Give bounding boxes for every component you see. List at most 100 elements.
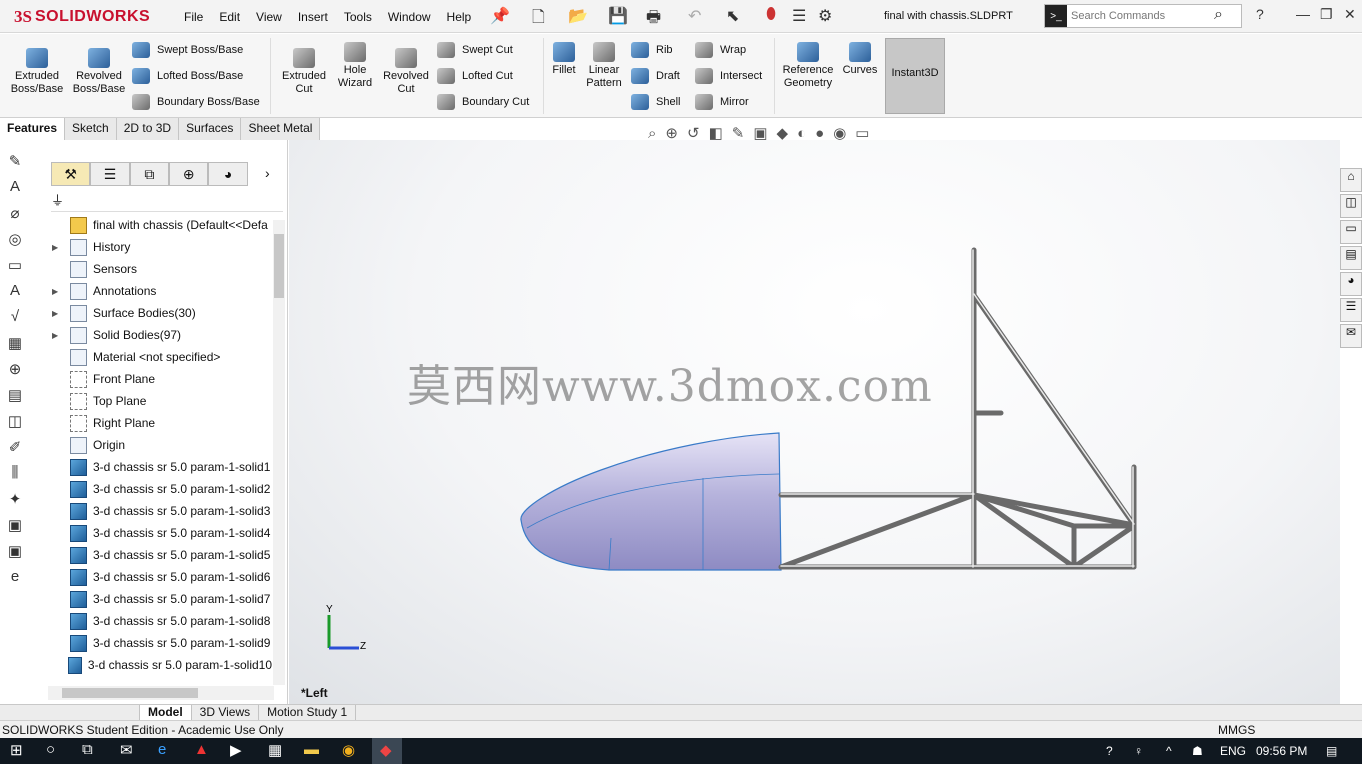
tree-item[interactable]: Origin	[52, 434, 272, 456]
swept-cut-button[interactable]: Swept Cut	[437, 42, 513, 58]
display-manager-tab-icon[interactable]: ◕	[208, 162, 248, 186]
people-icon[interactable]: ♀	[1134, 744, 1143, 758]
tree-item[interactable]: 3-d chassis sr 5.0 param-1-solid9	[52, 632, 272, 654]
forum-icon[interactable]: ✉	[1340, 324, 1362, 348]
expand-arrow-icon[interactable]: ▶	[52, 287, 64, 296]
tree-item[interactable]: Front Plane	[52, 368, 272, 390]
menu-help[interactable]: Help	[439, 10, 480, 24]
tree-item[interactable]: ▶ History	[52, 236, 272, 258]
tree-item[interactable]: 3-d chassis sr 5.0 param-1-solid7	[52, 588, 272, 610]
clock[interactable]: 09:56 PM	[1256, 744, 1307, 758]
instant3d-button[interactable]: Instant3D	[885, 38, 945, 114]
unit-system[interactable]: MMGS	[1218, 723, 1255, 737]
tab-sketch[interactable]: Sketch	[65, 118, 117, 140]
note-icon[interactable]: A	[0, 282, 30, 308]
check-icon[interactable]: √	[0, 308, 30, 334]
chrome-icon[interactable]: ◉	[342, 741, 355, 759]
acrobat-icon[interactable]: ▲	[194, 741, 209, 758]
movies-icon[interactable]: ▶	[230, 741, 242, 759]
tabs-overflow-icon[interactable]: ›	[248, 162, 287, 186]
cortana-icon[interactable]: ○	[46, 741, 55, 758]
tree-item[interactable]: ▶ Surface Bodies(30)	[52, 302, 272, 324]
menu-tools[interactable]: Tools	[336, 10, 380, 24]
solidworks-logo[interactable]: 3S SOLIDWORKS	[14, 3, 154, 31]
print-icon[interactable]: 🖶	[646, 6, 661, 33]
tree-vertical-scrollbar[interactable]	[273, 220, 285, 685]
language-indicator[interactable]: ENG	[1220, 744, 1246, 758]
help-icon[interactable]: ?	[1256, 6, 1264, 22]
select-icon[interactable]: ⬉	[726, 6, 739, 26]
hole-wizard-button[interactable]: Hole Wizard	[332, 42, 378, 90]
lofted-boss-button[interactable]: Lofted Boss/Base	[132, 68, 243, 84]
smart-dimension-icon[interactable]: ⌀	[0, 204, 30, 230]
menu-edit[interactable]: Edit	[211, 10, 248, 24]
nose-fairing[interactable]	[520, 432, 782, 571]
notifications-icon[interactable]: ▤	[1326, 744, 1337, 758]
draft-button[interactable]: Draft	[631, 68, 680, 84]
tab-features[interactable]: Features	[0, 118, 66, 140]
tree-item[interactable]: Right Plane	[52, 412, 272, 434]
tab-2d-to-3d[interactable]: 2D to 3D	[116, 118, 180, 140]
measure-icon[interactable]: ▭	[0, 256, 30, 282]
zoom-to-fit-icon[interactable]: ⌕	[648, 125, 656, 142]
windows-start-icon[interactable]: ⊞	[10, 741, 23, 759]
help-tray-icon[interactable]: ?	[1106, 744, 1113, 758]
new-document-icon[interactable]: 🗋	[532, 6, 545, 33]
linear-pattern-button[interactable]: Linear Pattern	[582, 42, 626, 90]
tree-item[interactable]: 3-d chassis sr 5.0 param-1-solid3	[52, 500, 272, 522]
revolved-boss-button[interactable]: Revolved Boss/Base	[70, 48, 128, 96]
3d-sketch-icon[interactable]: ▤	[0, 386, 30, 412]
hole-icon[interactable]: ◎	[0, 230, 30, 256]
edge-icon[interactable]: e	[158, 741, 166, 758]
tree-item[interactable]: ▶ Annotations	[52, 280, 272, 302]
close-icon[interactable]: ✕	[1344, 6, 1356, 23]
tree-horizontal-scrollbar[interactable]	[48, 686, 274, 700]
extruded-boss-button[interactable]: Extruded Boss/Base	[8, 48, 66, 96]
tab-motion-study[interactable]: Motion Study 1	[259, 705, 357, 721]
file-explorer-icon[interactable]: ▭	[1340, 220, 1362, 244]
boundary-boss-button[interactable]: Boundary Boss/Base	[132, 94, 260, 110]
pdf-icon[interactable]: ▣	[0, 516, 30, 542]
file-explorer-taskbar-icon[interactable]: ▬	[304, 741, 319, 758]
graphics-area[interactable]: Y Z 莫西网www.3dmox.com *Left	[289, 140, 1340, 704]
boundary-cut-button[interactable]: Boundary Cut	[437, 94, 529, 110]
crosshair-icon[interactable]: ⊕	[0, 360, 30, 386]
tree-item[interactable]: Material <not specified>	[52, 346, 272, 368]
save-icon[interactable]: 💾	[608, 6, 628, 26]
dimxpert-tab-icon[interactable]: ⊕	[169, 162, 209, 186]
appearances-icon[interactable]: ◕	[1340, 272, 1362, 296]
text-icon[interactable]: A	[0, 178, 30, 204]
shell-button[interactable]: Shell	[631, 94, 680, 110]
tab-surfaces[interactable]: Surfaces	[179, 118, 242, 140]
tree-item[interactable]: Top Plane	[52, 390, 272, 412]
edit-appearance-icon[interactable]: ●	[815, 125, 824, 142]
tab-scroll-arrows[interactable]	[0, 705, 140, 721]
restore-icon[interactable]: ❐	[1320, 6, 1333, 23]
sketch-icon[interactable]: ✎	[0, 152, 30, 178]
extruded-cut-button[interactable]: Extruded Cut	[276, 48, 332, 96]
tree-item[interactable]: ▶ Solid Bodies(97)	[52, 324, 272, 346]
file-properties-icon[interactable]: ☰	[792, 6, 806, 26]
tree-item[interactable]: 3-d chassis sr 5.0 param-1-solid1	[52, 456, 272, 478]
scroll-thumb[interactable]	[62, 688, 198, 698]
fillet-button[interactable]: Fillet	[548, 42, 580, 77]
lofted-cut-button[interactable]: Lofted Cut	[437, 68, 513, 84]
search-input[interactable]: Search Commands	[1071, 10, 1165, 22]
search-icon[interactable]: ⌕	[1214, 6, 1223, 24]
revolved-cut-button[interactable]: Revolved Cut	[380, 48, 432, 96]
search-commands-box[interactable]: >_ Search Commands ⌕	[1044, 4, 1242, 28]
intersect-button[interactable]: Intersect	[695, 68, 762, 84]
tree-item[interactable]: 3-d chassis sr 5.0 param-1-solid2	[52, 478, 272, 500]
instant3d-side-icon[interactable]: ✐	[0, 438, 30, 464]
menu-insert[interactable]: Insert	[290, 10, 336, 24]
weld-icon[interactable]: ✦	[0, 490, 30, 516]
pin-icon[interactable]: 📌	[490, 6, 510, 26]
options-gear-icon[interactable]: ⚙	[818, 6, 832, 26]
network-icon[interactable]: ☗	[1192, 744, 1203, 758]
expand-arrow-icon[interactable]: ▶	[52, 331, 64, 340]
pdf-3d-icon[interactable]: ▣	[0, 542, 30, 568]
dimension-icon[interactable]: ⫼	[0, 464, 30, 490]
edrawings-icon[interactable]: e	[0, 568, 30, 594]
mirror-button[interactable]: Mirror	[695, 94, 749, 110]
open-icon[interactable]: 📂	[568, 6, 588, 26]
